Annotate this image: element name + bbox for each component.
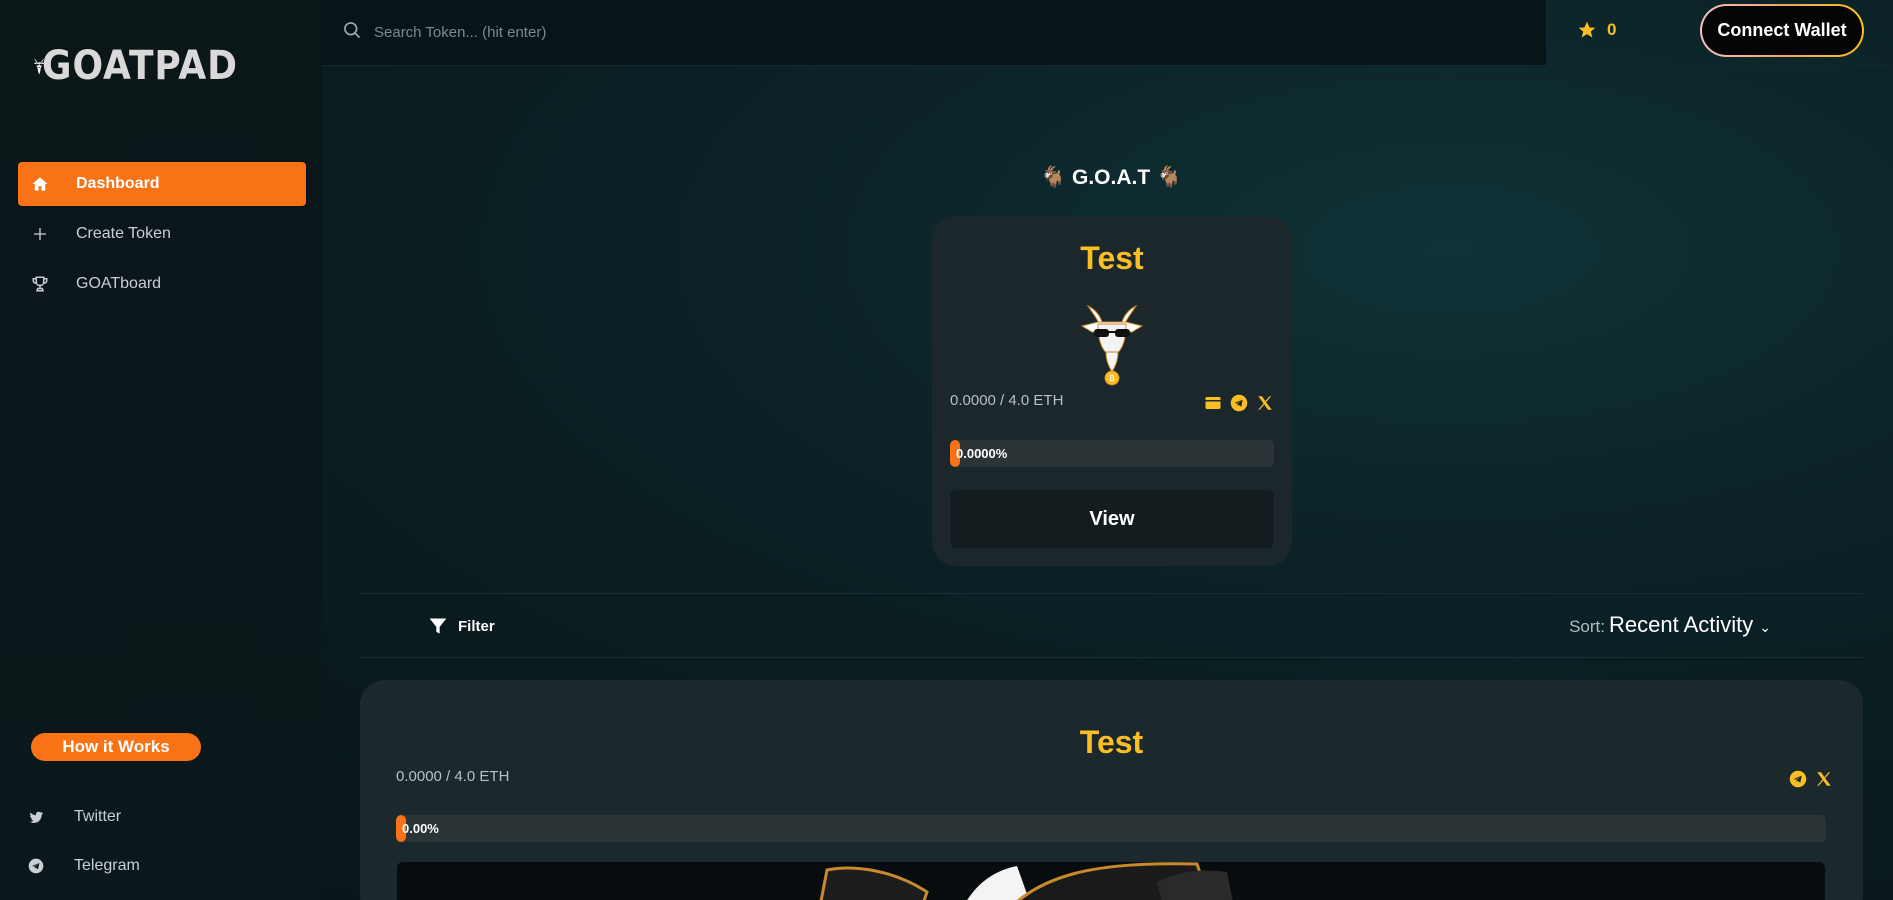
plus-icon xyxy=(28,222,52,246)
sidebar-link-label: Twitter xyxy=(74,808,122,825)
view-token-button[interactable]: View xyxy=(950,490,1274,548)
search-input[interactable] xyxy=(374,24,974,41)
filter-icon xyxy=(429,618,447,634)
chevron-down-icon: ⌄ xyxy=(1759,619,1771,635)
topbar: 0 Connect Wallet xyxy=(322,0,1893,66)
sidebar-link-telegram[interactable]: Telegram xyxy=(18,846,298,886)
favorites-count: 0 xyxy=(1607,20,1617,39)
sidebar-item-create-token[interactable]: Create Token xyxy=(18,212,306,256)
home-icon xyxy=(28,172,52,196)
sort-select[interactable]: Sort: Recent Activity ⌄ xyxy=(1569,612,1771,638)
sidebar-item-label: Create Token xyxy=(76,225,171,242)
token-progress-bar: 0.0000% xyxy=(950,440,1274,467)
svg-text:B: B xyxy=(1109,374,1115,383)
telegram-icon xyxy=(26,856,46,876)
token-name: Test xyxy=(1080,240,1144,276)
token-progress-bar: 0.00% xyxy=(396,815,1826,842)
token-raise: 0.0000 / 4.0 ETH xyxy=(950,392,1064,409)
x-icon[interactable] xyxy=(1256,394,1274,417)
sidebar: GOATPAD Dashboard Create Token GOATboard xyxy=(0,0,322,900)
telegram-icon[interactable] xyxy=(1230,394,1248,417)
token-card[interactable]: Test 0.0000 / 4.0 ETH 0.00% xyxy=(360,680,1863,900)
token-raise: 0.0000 / 4.0 ETH xyxy=(396,768,510,785)
x-icon[interactable] xyxy=(1815,770,1833,793)
filter-label: Filter xyxy=(458,617,495,635)
sidebar-item-label: Dashboard xyxy=(76,175,160,192)
filter-button[interactable]: Filter xyxy=(428,616,495,636)
progress-label: 0.0000% xyxy=(956,446,1008,461)
token-name: Test xyxy=(1079,724,1144,760)
trophy-icon xyxy=(28,272,52,296)
app-root: GOATPAD Dashboard Create Token GOATboard xyxy=(0,0,1893,900)
token-image xyxy=(397,862,1825,900)
sidebar-nav: Dashboard Create Token GOATboard xyxy=(18,162,306,312)
sidebar-item-goatboard[interactable]: GOATboard xyxy=(18,262,306,306)
sort-label: Sort: xyxy=(1569,617,1605,636)
filter-bar: Filter Sort: Recent Activity ⌄ xyxy=(359,593,1863,658)
favorites-counter[interactable]: 0 xyxy=(1577,20,1616,40)
token-links xyxy=(1789,770,1833,793)
featured-token-card[interactable]: Test B 0.0000 / 4.0 ETH 0.0000% View xyxy=(932,216,1292,566)
brand-logo[interactable]: GOATPAD xyxy=(30,16,260,116)
connect-wallet-button[interactable]: Connect Wallet xyxy=(1700,4,1864,57)
sidebar-item-label: GOATboard xyxy=(76,275,162,292)
featured-title: 🐐 G.O.A.T 🐐 xyxy=(1040,166,1183,189)
search-icon xyxy=(342,20,362,45)
brand-name: GOATPAD xyxy=(42,43,239,89)
search-bar xyxy=(322,0,1546,65)
token-links xyxy=(1204,394,1274,417)
sort-value: Recent Activity xyxy=(1608,612,1754,637)
token-avatar: B xyxy=(1080,304,1144,386)
twitter-icon xyxy=(26,807,46,827)
progress-label: 0.00% xyxy=(402,821,439,836)
how-it-works-button[interactable]: How it Works xyxy=(31,733,201,761)
telegram-icon[interactable] xyxy=(1789,770,1807,793)
sidebar-link-label: Telegram xyxy=(74,857,140,874)
website-icon[interactable] xyxy=(1204,394,1222,417)
sidebar-link-twitter[interactable]: Twitter xyxy=(18,797,298,837)
sidebar-item-dashboard[interactable]: Dashboard xyxy=(18,162,306,206)
star-icon xyxy=(1578,21,1596,38)
connect-wallet-label: Connect Wallet xyxy=(1702,6,1862,55)
